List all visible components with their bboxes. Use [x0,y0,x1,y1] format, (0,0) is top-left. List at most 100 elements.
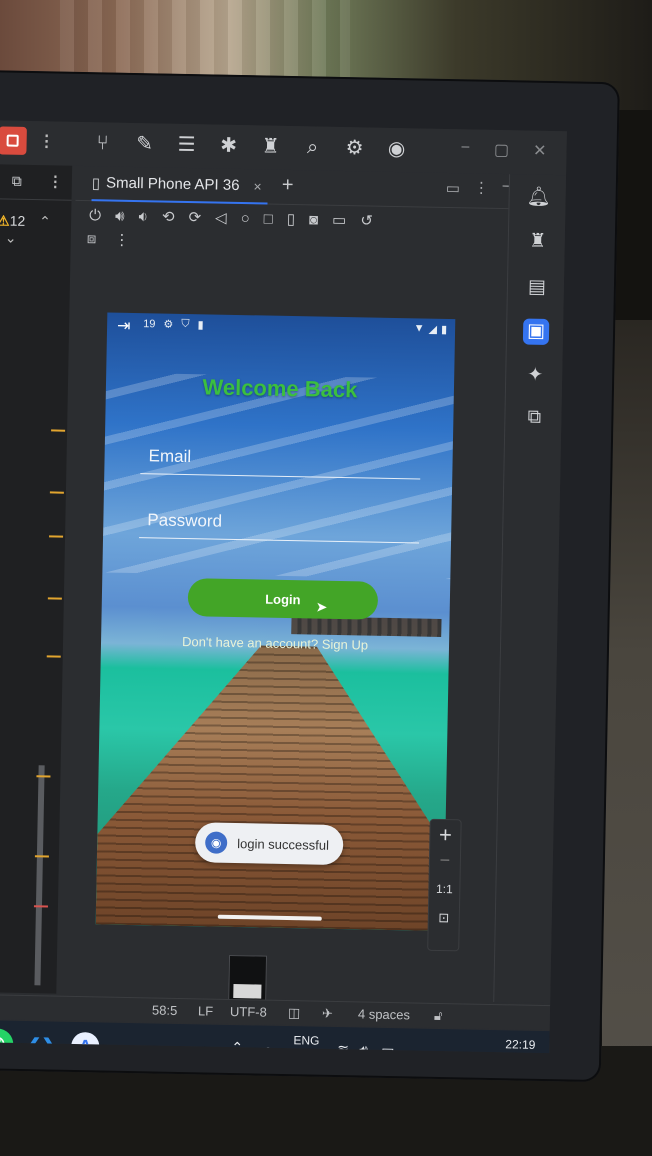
cursor-position[interactable]: 58:5 [152,1002,178,1017]
gutter-marker[interactable] [34,855,49,858]
gemini-icon[interactable]: ✦ [522,362,548,388]
wifi-icon: ▼ [413,322,425,335]
fold-icon[interactable]: ▯ [287,210,296,228]
chevron-up-icon[interactable]: ⌃ [39,213,51,229]
window-mode-icon[interactable]: ▭ [446,179,461,197]
gutter-marker[interactable] [46,655,61,658]
readonly-icon[interactable]: ◫ [288,1005,301,1021]
email-field[interactable] [140,439,437,479]
maximize-icon[interactable]: ▢ [494,140,510,160]
screenshot-icon[interactable]: ◙ [309,211,318,228]
tab-small-phone[interactable]: ▯ Small Phone API 36 × [91,166,269,205]
search-icon[interactable]: ⌕ [298,134,326,161]
exit-icon[interactable]: ⇥ [117,316,131,336]
indent-setting[interactable]: 4 spaces [358,1006,410,1022]
shield-icon: ⛉ [181,317,190,331]
battery-icon[interactable]: ▭ [381,1042,395,1053]
zoom-in-button[interactable]: + [430,822,460,849]
login-button[interactable]: Login [187,578,379,620]
gutter-marker[interactable] [47,597,62,600]
back-icon[interactable]: ◁ [215,209,227,227]
running-devices-icon[interactable]: ▣ [522,318,550,345]
gutter-marker[interactable] [36,775,51,778]
record-icon[interactable]: ▭ [332,211,347,229]
gradle-icon[interactable]: ♜ [525,228,551,254]
layout-icon[interactable]: ⧉ [12,173,22,190]
list-icon[interactable]: ☰ [172,132,200,159]
rotate-left-icon[interactable]: ⟲ [162,208,175,226]
volume-up-icon[interactable]: 🔊︎ [115,207,125,224]
language-indicator[interactable]: ENG IN [293,1032,320,1053]
password-field-wrapper [139,503,436,544]
clock-time: 22:19 [505,1037,536,1052]
warning-icon: ⚠ [0,212,10,229]
language-code: ENG [293,1033,320,1048]
minimize-icon[interactable]: − [461,139,471,159]
extended-controls-icon[interactable]: ⧈ [87,230,97,248]
zoom-fit-icon[interactable]: ⊡ [429,910,459,927]
stop-button[interactable] [0,126,27,155]
volume-down-icon[interactable]: 🔉︎ [138,208,148,225]
file-encoding[interactable]: UTF-8 [230,1004,267,1020]
left-editor-panel: ⧉ ⋮ ⚠12 ⌃ ⌄ [0,164,73,994]
panel-more-icon[interactable]: ⋮ [48,172,63,190]
zoom-controls: + − 1:1 ⊡ [427,818,462,952]
gutter-marker-error[interactable] [33,905,48,908]
home-icon[interactable]: ○ [241,210,250,227]
line-ending[interactable]: LF [198,1003,213,1018]
signal-icon: ◢ [428,323,438,336]
status-right: ▼ ◢ ▮ [414,322,448,336]
left-panel-header: ⧉ ⋮ [0,164,73,201]
gutter-marker[interactable] [51,429,66,432]
notifications-icon[interactable]: 🔔︎ [525,185,551,211]
lock-icon[interactable]: 🔓︎ [434,1008,443,1024]
elephant-icon[interactable]: ♜ [256,133,284,160]
pin-icon[interactable]: ✈ [322,1006,333,1022]
taskbar-clock[interactable]: 22:19 09-05-2025 [474,1036,536,1053]
window-controls: − ▢ ✕ [461,139,547,161]
tab-close-icon[interactable]: × [253,178,261,194]
onedrive-icon[interactable]: ☁ [259,1040,273,1054]
warning-indicator[interactable]: ⚠12 ⌃ ⌄ [0,212,71,247]
vscode-icon[interactable]: ❮❯ [25,1029,58,1053]
gutter-marker[interactable] [49,535,64,538]
gear-icon[interactable]: ⚙ [340,135,368,162]
device-explorer-icon[interactable]: ⧉ [521,404,547,430]
boardwalk-background [96,642,449,931]
add-tab-icon[interactable]: + [282,174,294,197]
volume-icon[interactable]: 🔊︎ [359,1041,368,1053]
emulator-more-icon[interactable]: ⋮ [114,231,129,249]
power-icon[interactable]: ⏻ [89,207,101,224]
editor-scrollbar[interactable] [34,765,45,986]
distant-pier [291,616,442,637]
account-icon[interactable]: ◉ [382,136,410,163]
emulator-toolbar-row2: ⧈ ⋮ [87,230,130,249]
chevron-down-icon[interactable]: ⌄ [5,230,17,246]
replay-icon[interactable]: ↺ [360,211,373,229]
branch-icon[interactable]: ⑂ [88,130,116,157]
tray-chevron-up-icon[interactable]: ⌃ [231,1039,243,1053]
zoom-out-button[interactable]: − [430,850,460,872]
wifi-icon[interactable]: ≋ [337,1041,349,1053]
laptop-bezel: ⋮ ⑂ ✎ ☰ ✱ ♜ ⌕ ⚙ ◉ − ▢ ✕ ⧉ ⋮ ⚠12 ⌃ ⌄ ▯ Sm… [0,70,620,1083]
battery-icon: ▮ [440,323,448,337]
rotate-right-icon[interactable]: ⟳ [188,208,201,226]
android-studio-icon[interactable]: A [71,1031,100,1054]
phone-status-bar: ⇥ 19 ⚙ ⛉ ▮ ▼ ◢ ▮ [107,312,455,343]
right-tool-rail: 🔔︎ ♜ ▤ ▣ ✦ ⧉ [493,174,567,1004]
sim-icon: ▮ [197,319,204,332]
tab-more-icon[interactable]: ⋮ [474,179,489,197]
bug-icon[interactable]: ✱ [214,133,242,160]
password-field[interactable] [139,503,436,543]
toast-text: login successful [237,835,330,853]
close-icon[interactable]: ✕ [533,141,547,161]
gutter-marker[interactable] [49,491,64,494]
whatsapp-icon[interactable]: ✆ [0,1028,14,1054]
device-manager-icon[interactable]: ▤ [524,274,550,300]
toolbar-icons: ⑂ ✎ ☰ ✱ ♜ ⌕ ⚙ ◉ [88,130,410,162]
zoom-actual-size-button[interactable]: 1:1 [429,882,459,897]
app-icon: ◉ [205,831,228,854]
translate-icon[interactable]: ✎ [130,131,158,158]
overview-icon[interactable]: □ [264,210,273,227]
more-icon[interactable]: ⋮ [38,131,54,151]
